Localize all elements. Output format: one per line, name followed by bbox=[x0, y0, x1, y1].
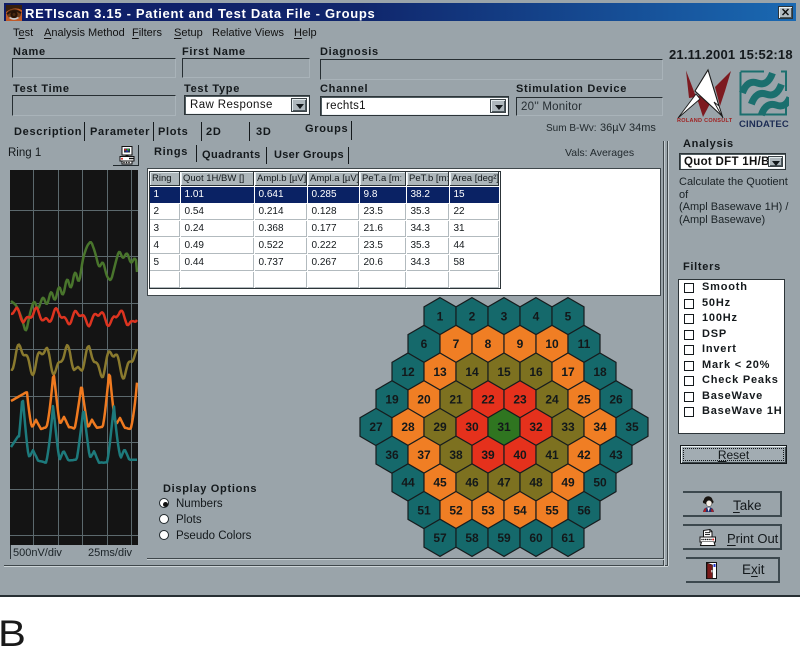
svg-text:33: 33 bbox=[561, 420, 575, 434]
svg-text:46: 46 bbox=[465, 476, 479, 490]
svg-text:27: 27 bbox=[369, 420, 383, 434]
svg-text:37: 37 bbox=[417, 448, 431, 462]
svg-text:56: 56 bbox=[577, 503, 591, 517]
svg-text:44: 44 bbox=[401, 476, 415, 490]
svg-text:8: 8 bbox=[485, 337, 492, 351]
svg-text:41: 41 bbox=[545, 448, 559, 462]
svg-text:48: 48 bbox=[529, 476, 543, 490]
svg-text:3: 3 bbox=[501, 309, 508, 323]
svg-text:58: 58 bbox=[465, 531, 479, 545]
svg-text:24: 24 bbox=[545, 393, 559, 407]
svg-text:31: 31 bbox=[497, 420, 511, 434]
svg-text:9: 9 bbox=[517, 337, 524, 351]
svg-text:59: 59 bbox=[497, 531, 511, 545]
svg-text:5: 5 bbox=[565, 309, 572, 323]
svg-text:38: 38 bbox=[449, 448, 463, 462]
svg-text:1: 1 bbox=[437, 309, 444, 323]
svg-text:50: 50 bbox=[593, 476, 607, 490]
svg-text:34: 34 bbox=[593, 420, 607, 434]
svg-text:45: 45 bbox=[433, 476, 447, 490]
svg-text:11: 11 bbox=[578, 337, 591, 351]
svg-text:51: 51 bbox=[417, 503, 431, 517]
svg-text:30: 30 bbox=[465, 420, 479, 434]
svg-text:60: 60 bbox=[529, 531, 543, 545]
svg-text:6: 6 bbox=[421, 337, 428, 351]
svg-text:47: 47 bbox=[497, 476, 511, 490]
svg-text:4: 4 bbox=[533, 309, 540, 323]
svg-text:49: 49 bbox=[561, 476, 575, 490]
svg-text:57: 57 bbox=[433, 531, 447, 545]
svg-text:61: 61 bbox=[561, 531, 575, 545]
svg-text:2: 2 bbox=[469, 309, 476, 323]
svg-text:13: 13 bbox=[433, 365, 447, 379]
svg-text:40: 40 bbox=[513, 448, 527, 462]
svg-text:29: 29 bbox=[433, 420, 447, 434]
svg-text:54: 54 bbox=[513, 503, 527, 517]
svg-text:36: 36 bbox=[385, 448, 399, 462]
svg-text:18: 18 bbox=[593, 365, 607, 379]
svg-text:39: 39 bbox=[481, 448, 495, 462]
svg-text:14: 14 bbox=[465, 365, 479, 379]
svg-text:25: 25 bbox=[577, 393, 591, 407]
svg-text:43: 43 bbox=[609, 448, 623, 462]
svg-text:42: 42 bbox=[577, 448, 591, 462]
svg-text:21: 21 bbox=[449, 393, 463, 407]
svg-text:52: 52 bbox=[449, 503, 463, 517]
svg-text:19: 19 bbox=[385, 393, 399, 407]
svg-text:10: 10 bbox=[545, 337, 559, 351]
svg-text:32: 32 bbox=[529, 420, 543, 434]
svg-text:23: 23 bbox=[513, 393, 527, 407]
svg-text:15: 15 bbox=[497, 365, 511, 379]
svg-text:17: 17 bbox=[561, 365, 575, 379]
svg-text:26: 26 bbox=[609, 393, 623, 407]
svg-text:20: 20 bbox=[417, 393, 431, 407]
svg-text:35: 35 bbox=[625, 420, 639, 434]
svg-text:7: 7 bbox=[453, 337, 460, 351]
svg-text:55: 55 bbox=[545, 503, 559, 517]
svg-text:28: 28 bbox=[401, 420, 415, 434]
svg-text:16: 16 bbox=[529, 365, 543, 379]
svg-text:22: 22 bbox=[481, 393, 495, 407]
svg-text:12: 12 bbox=[401, 365, 415, 379]
svg-text:53: 53 bbox=[481, 503, 495, 517]
